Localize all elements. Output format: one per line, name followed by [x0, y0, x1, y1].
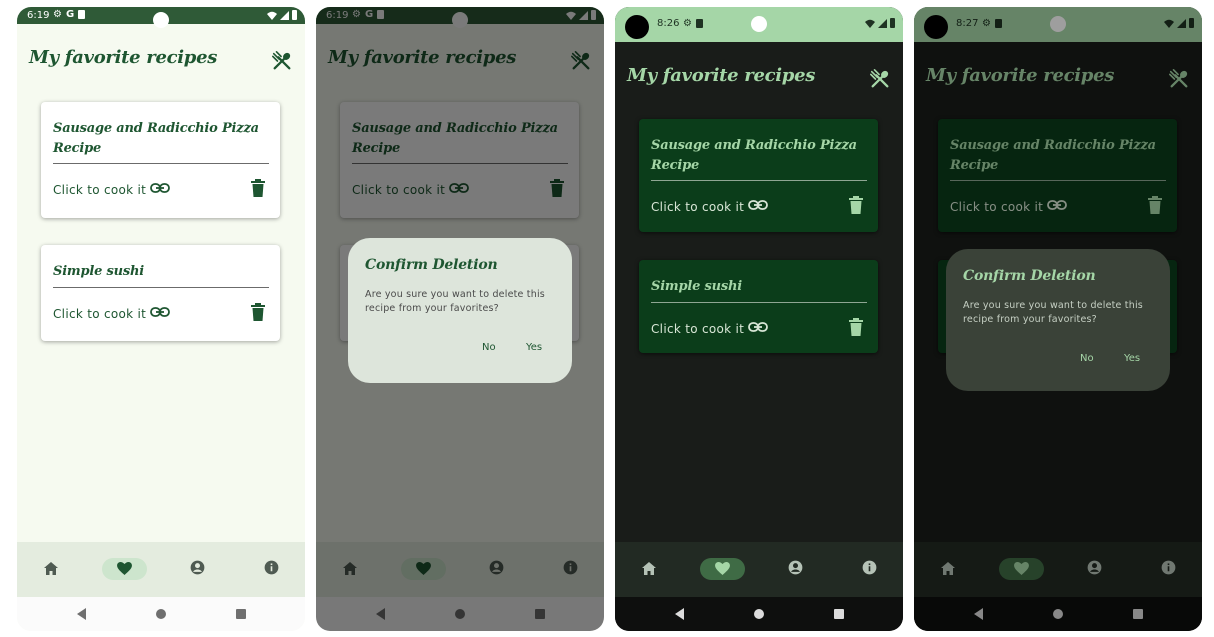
sim-icon [78, 10, 86, 19]
cook-link[interactable]: Click to cook it [53, 182, 171, 197]
bottom-navigation [615, 542, 903, 597]
no-button[interactable]: No [1080, 353, 1094, 364]
wifi-icon [865, 19, 875, 28]
home-icon [642, 560, 656, 579]
nav-heart-button[interactable] [712, 559, 732, 579]
status-right-icons [267, 10, 297, 20]
bottom-navigation [17, 542, 305, 597]
recents-icon[interactable] [236, 609, 246, 619]
google-icon: G [65, 9, 75, 20]
home-circle-icon[interactable] [754, 609, 764, 619]
trash-icon [251, 303, 265, 325]
status-time: 6:19 [27, 10, 50, 21]
home-circle-icon[interactable] [156, 609, 166, 619]
cook-link-label: Click to cook it [651, 321, 745, 336]
info-icon [264, 560, 279, 579]
no-button[interactable]: No [482, 342, 496, 353]
recents-icon[interactable] [834, 609, 844, 619]
trash-icon [251, 179, 265, 201]
nav-home-button[interactable] [639, 559, 659, 579]
status-right-icons [865, 18, 895, 28]
delete-recipe-button[interactable] [849, 196, 863, 218]
system-navigation-bar [17, 597, 305, 631]
back-icon[interactable] [675, 608, 684, 620]
settings-icon: ⚙ [53, 9, 62, 20]
battery-icon [292, 10, 297, 20]
dialog-message: Are you sure you want to delete this rec… [365, 289, 545, 314]
cook-link-label: Click to cook it [651, 199, 745, 214]
divider [53, 163, 269, 164]
recipe-name: Sausage and Radicchio Pizza Recipe [651, 138, 857, 173]
page-title: My favorite recipes [627, 65, 816, 86]
delete-recipe-button[interactable] [849, 318, 863, 340]
nav-info-button[interactable] [261, 559, 281, 579]
confirm-dialog: Confirm Deletion Are you sure you want to… [946, 249, 1170, 391]
confirm-dialog: Confirm Deletion Are you sure you want to… [348, 238, 572, 383]
recipe-name: Simple sushi [651, 279, 742, 294]
recipe-name: Simple sushi [53, 264, 144, 279]
yes-button[interactable]: Yes [1124, 353, 1140, 364]
link-icon [150, 306, 171, 321]
yes-button[interactable]: Yes [526, 342, 542, 353]
cook-link[interactable]: Click to cook it [53, 306, 171, 321]
status-icons: ⚙G [53, 9, 86, 20]
recipe-card: Simple sushi Click to cook it [41, 245, 280, 341]
dialog-title: Confirm Deletion [365, 257, 498, 273]
status-time: 8:26 [657, 18, 680, 29]
back-icon[interactable] [77, 608, 86, 620]
heart-icon [714, 560, 730, 579]
nav-account-button[interactable] [785, 559, 805, 579]
account-icon [190, 560, 205, 579]
cook-link[interactable]: Click to cook it [651, 321, 769, 336]
signal-icon [878, 18, 887, 28]
heart-icon [116, 560, 132, 579]
camera-cutout [625, 15, 649, 39]
cook-link[interactable]: Click to cook it [651, 199, 769, 214]
divider [53, 287, 269, 288]
divider [651, 302, 867, 303]
delete-recipe-button[interactable] [251, 303, 265, 325]
recipe-card: Sausage and Radicchio Pizza Recipe Click … [639, 119, 878, 232]
home-icon [44, 560, 58, 579]
nav-home-button[interactable] [41, 559, 61, 579]
wifi-icon [267, 11, 277, 20]
dialog-title: Confirm Deletion [963, 268, 1096, 284]
signal-icon [280, 10, 289, 20]
battery-icon [890, 18, 895, 28]
recipe-name: Sausage and Radicchio Pizza Recipe [53, 121, 259, 156]
delete-recipe-button[interactable] [251, 179, 265, 201]
info-icon [862, 560, 877, 579]
nav-heart-button[interactable] [114, 559, 134, 579]
recipe-card: Simple sushi Click to cook it [639, 260, 878, 353]
phone-screen: 6:19⚙G My favorite recipes Sausage and Rad… [17, 7, 305, 631]
front-camera [751, 16, 767, 32]
sim-icon [695, 19, 703, 28]
cook-link-label: Click to cook it [53, 306, 147, 321]
status-icons: ⚙ [683, 18, 703, 29]
utensils-icon [271, 50, 293, 76]
nav-account-button[interactable] [187, 559, 207, 579]
link-icon [748, 199, 769, 214]
system-navigation-bar [615, 597, 903, 631]
page-title: My favorite recipes [29, 47, 218, 68]
divider [651, 180, 867, 181]
phone-screen: 8:27 ⚙ My favorite recipes Sausage and Radi… [914, 7, 1202, 631]
dialog-message: Are you sure you want to delete this rec… [963, 300, 1143, 325]
link-icon [748, 321, 769, 336]
link-icon [150, 182, 171, 197]
settings-icon: ⚙ [683, 18, 692, 29]
phone-screen: 6:19⚙GMy favorite recipesSausage and Rad… [316, 7, 604, 631]
trash-icon [849, 318, 863, 340]
trash-icon [849, 196, 863, 218]
account-icon [788, 560, 803, 579]
recipe-card: Sausage and Radicchio Pizza Recipe Click … [41, 102, 280, 218]
nav-info-button[interactable] [859, 559, 879, 579]
front-camera [153, 12, 169, 28]
phone-screen: 8:26 ⚙ My favorite recipes Sausage and Radi… [615, 7, 903, 631]
cook-link-label: Click to cook it [53, 182, 147, 197]
utensils-icon [869, 68, 891, 94]
